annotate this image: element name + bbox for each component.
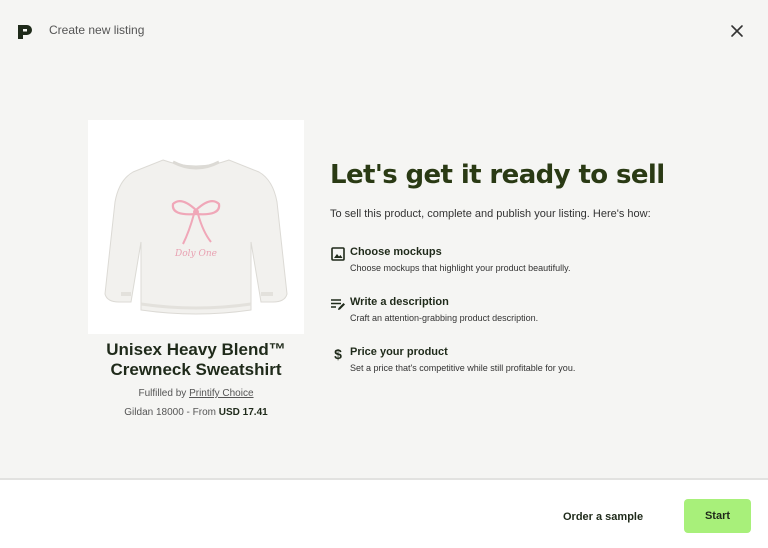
text-edit-icon <box>331 299 345 310</box>
price-line: Gildan 18000 - From USD 17.41 <box>88 407 304 418</box>
order-sample-button[interactable]: Order a sample <box>555 500 651 534</box>
product-name: Unisex Heavy Blend™ Crewneck Sweatshirt <box>106 340 286 379</box>
fulfilled-by: Fulfilled by Printify Choice <box>88 388 304 399</box>
step-price-product: $ Price your product Set a price that's … <box>330 346 750 396</box>
page-title: Let's get it ready to sell <box>330 160 665 190</box>
price-prefix: Gildan 18000 - From <box>124 407 216 418</box>
step-description: Set a price that's competitive while sti… <box>350 363 576 373</box>
header: Create new listing <box>0 0 768 60</box>
printify-logo-icon[interactable] <box>16 23 34 41</box>
main-content: Let's get it ready to sell To sell this … <box>330 160 750 396</box>
step-description: Craft an attention-grabbing product desc… <box>350 313 539 323</box>
step-choose-mockups: Choose mockups Choose mockups that highl… <box>330 246 750 296</box>
dollar-icon: $ <box>334 346 342 362</box>
fulfiller-link[interactable]: Printify Choice <box>189 388 253 399</box>
fulfilled-prefix: Fulfilled by <box>138 388 187 399</box>
page-subtitle: To sell this product, complete and publi… <box>330 208 651 220</box>
step-title: Write a description <box>350 296 449 308</box>
product-image[interactable]: Doly One <box>88 120 304 334</box>
sweatshirt-mockup: Doly One <box>104 159 288 315</box>
price-value: USD 17.41 <box>218 407 268 418</box>
header-title: Create new listing <box>49 23 145 37</box>
step-title: Price your product <box>350 346 448 358</box>
step-title: Choose mockups <box>350 246 442 258</box>
close-icon[interactable] <box>726 20 748 42</box>
footer: Order a sample Start <box>0 478 768 548</box>
steps-list: Choose mockups Choose mockups that highl… <box>330 246 750 396</box>
step-description: Choose mockups that highlight your produ… <box>350 263 571 273</box>
step-write-description: Write a description Craft an attention-g… <box>330 296 750 346</box>
start-button[interactable]: Start <box>684 499 751 533</box>
image-icon <box>331 247 345 261</box>
svg-text:$: $ <box>334 346 342 362</box>
product-card: Doly One Unisex Heavy Blend™ Crewneck Sw… <box>88 120 304 418</box>
print-text: Doly One <box>174 249 217 259</box>
